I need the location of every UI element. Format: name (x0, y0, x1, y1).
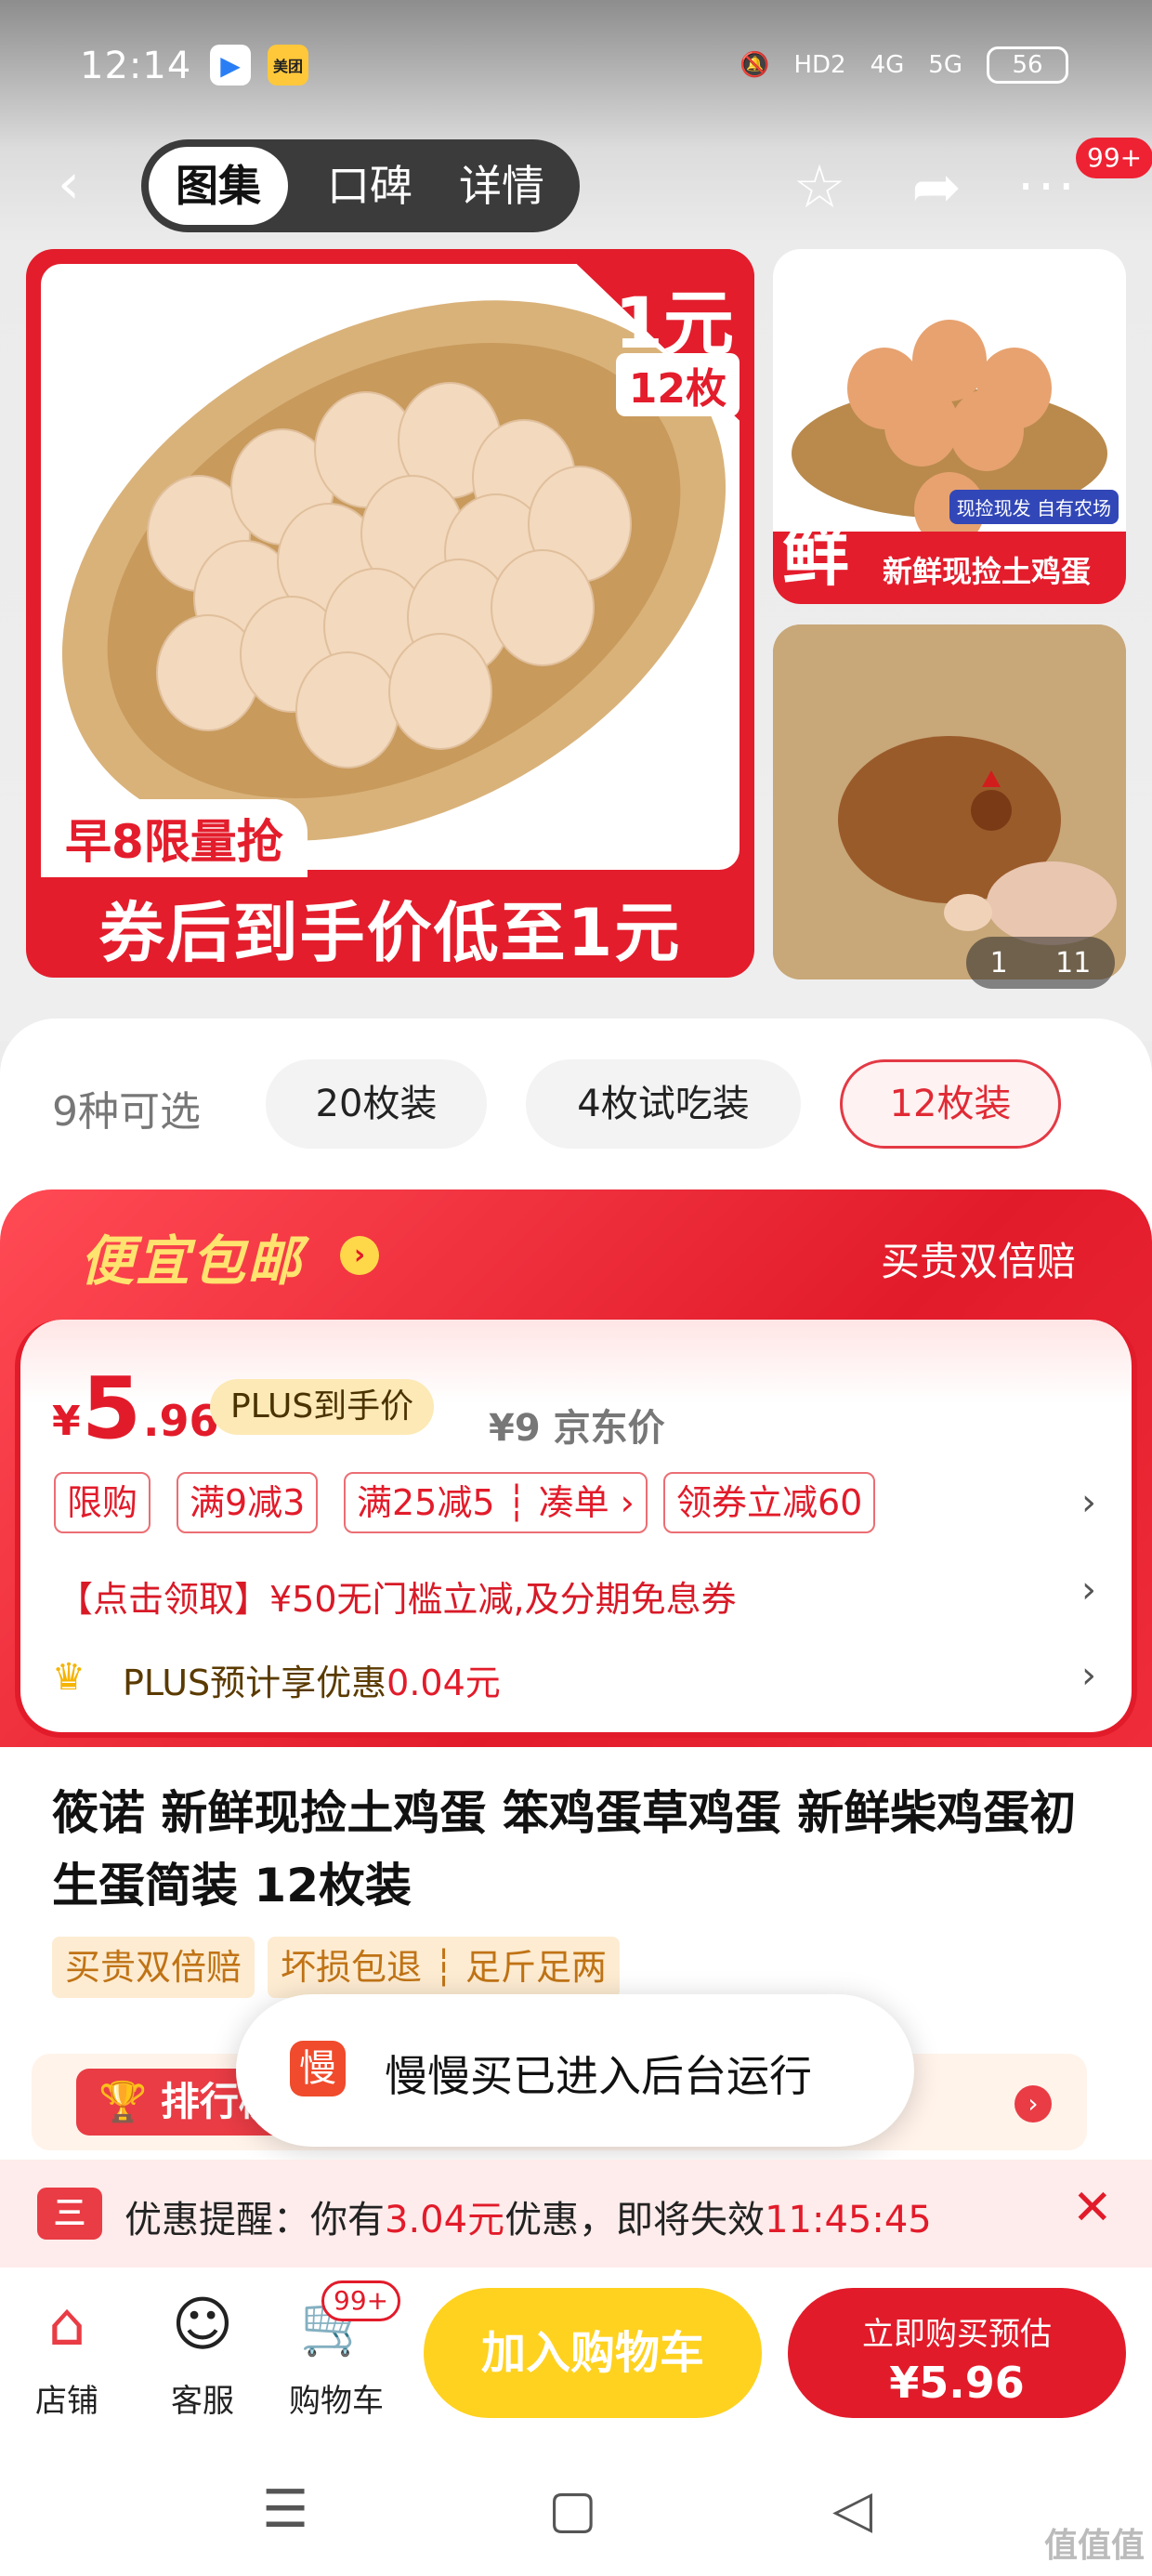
promo-guarantee[interactable]: 买贵双倍赔 (881, 1230, 1076, 1287)
option-count[interactable]: 9种可选 (52, 1078, 201, 1137)
reminder-icon: 三 (37, 2188, 102, 2240)
tab-details[interactable]: 详情 (437, 147, 567, 225)
price-integer: 5 (82, 1359, 142, 1458)
service-label: 客服 (171, 2383, 234, 2420)
reminder-amount: 3.04元 (385, 2199, 505, 2241)
battery-icon: 56 (987, 46, 1068, 84)
promo-tag-coupon[interactable]: 领券立减60 (663, 1472, 876, 1533)
promo-tag-limit[interactable]: 限购 (54, 1472, 151, 1533)
option-chip-20[interactable]: 20枚装 (266, 1059, 487, 1149)
signal-5g-icon: 5G (928, 51, 962, 79)
reminder-countdown: 11:45:45 (765, 2199, 932, 2241)
more-badge: 99+ (1076, 138, 1152, 178)
reminder-middle: 优惠，即将失效 (504, 2199, 766, 2241)
cart-badge: 99+ (321, 2280, 401, 2321)
plus-saving-row[interactable]: PLUS预计享优惠0.04元 (123, 1654, 501, 1705)
plus-saving-label: PLUS预计享优惠 (123, 1663, 387, 1703)
promo-tag-9-3[interactable]: 满9减3 (177, 1472, 319, 1533)
star-icon[interactable]: ☆ (784, 152, 855, 223)
store-label: 店铺 (35, 2383, 98, 2420)
tab-reviews[interactable]: 口碑 (305, 147, 435, 225)
close-icon[interactable]: ✕ (1072, 2180, 1113, 2236)
thumbnail-1[interactable]: 鲜 新鲜现捡土鸡蛋 现捡现发 自有农场 (773, 249, 1126, 604)
promo-arrow-icon[interactable]: › (340, 1236, 379, 1275)
reminder-prefix: 优惠提醒：你有 (124, 2199, 385, 2241)
fresh-label: 新鲜现捡土鸡蛋 (883, 554, 1092, 589)
coupon-price-text: 券后到手价低至1元 (98, 895, 682, 971)
price-yen: ¥ (52, 1398, 81, 1445)
product-title: 筱诺 新鲜现捡土鸡蛋 笨鸡蛋草鸡蛋 新鲜柴鸡蛋初生蛋简装 12枚装 (52, 1786, 1077, 1912)
status-right: 🔕 HD2 4G 5G 56 (740, 46, 1068, 84)
badge-double-refund[interactable]: 买贵双倍赔 (52, 1937, 255, 1998)
meituan-app-icon: 美团 (268, 45, 308, 85)
buy-now-price: ¥5.96 (889, 2358, 1025, 2408)
option-chip-12-selected[interactable]: 12枚装 (840, 1059, 1061, 1149)
corner-count: 12枚 (615, 353, 740, 416)
status-time: 12:14 (80, 45, 192, 87)
toast-text: 慢慢买已进入后台运行 (385, 2051, 812, 2101)
manmanmai-icon: 慢 (290, 2041, 346, 2096)
view-tabs: 图集 口碑 详情 (141, 139, 580, 232)
tab-gallery[interactable]: 图集 (149, 147, 288, 225)
price-decimal: .96 (143, 1396, 219, 1446)
chevron-right-icon[interactable]: › (1081, 1481, 1096, 1524)
ranking-arrow-icon[interactable]: › (1015, 2085, 1052, 2123)
store-button[interactable]: ⌂ 店铺 (11, 2288, 123, 2421)
mute-icon: 🔕 (740, 51, 770, 79)
watermark: 值值值 (1043, 2527, 1145, 2565)
main-product-image[interactable]: 1元 12枚 早8限量抢 券后到手价低至1元 (26, 249, 754, 978)
reminder-text: 优惠提醒：你有3.04元优惠，即将失效11:45:45 (124, 2189, 932, 2243)
chevron-right-icon[interactable]: › (1081, 1654, 1096, 1697)
cart-label: 购物车 (289, 2383, 384, 2420)
customer-service-icon: ☺ (171, 2291, 234, 2359)
share-icon[interactable]: ➦ (901, 152, 972, 223)
back-icon[interactable]: ‹ (58, 156, 104, 212)
early-sale-tag: 早8限量抢 (41, 799, 308, 877)
buy-now-label: 立即购买预估 (862, 2316, 1052, 2353)
back-nav-icon[interactable]: ◁ (832, 2479, 872, 2540)
crown-icon: ♛ (52, 1656, 85, 1699)
farm-tag: 现捡现发 自有农场 (949, 490, 1119, 524)
badge-damage-refund[interactable]: 坏损包退 ┆ 足斤足两 (268, 1937, 621, 1998)
jd-price: ¥9 京东价 (489, 1407, 665, 1450)
plus-price-tag: PLUS到手价 (210, 1379, 435, 1435)
chevron-right-icon[interactable]: › (1081, 1569, 1096, 1611)
fresh-char: 鲜 (782, 517, 850, 595)
gallery-pager: 1 11 (966, 937, 1115, 989)
buy-now-button[interactable]: 立即购买预估 ¥5.96 (788, 2288, 1126, 2418)
menu-icon[interactable]: ☰ (262, 2479, 308, 2540)
hd-icon: HD2 (793, 51, 846, 79)
service-button[interactable]: ☺ 客服 (147, 2288, 258, 2421)
option-chip-4-trial[interactable]: 4枚试吃装 (526, 1059, 801, 1149)
home-icon[interactable]: ▢ (548, 2479, 597, 2540)
promo-tag-25-5[interactable]: 满25减5 ┆ 凑单 › (344, 1472, 648, 1533)
pager-current: 1 (989, 946, 1008, 979)
pager-total: 11 (1055, 946, 1092, 979)
add-to-cart-button[interactable]: 加入购物车 (424, 2288, 762, 2418)
video-app-icon: ▶ (210, 45, 251, 85)
more-icon[interactable]: ··· (1013, 152, 1083, 223)
store-icon: ⌂ (47, 2291, 86, 2359)
service-badges: 买贵双倍赔 坏损包退 ┆ 足斤足两 (52, 1937, 621, 1998)
promo-title[interactable]: 便宜包邮 (80, 1217, 303, 1295)
plus-saving-value: 0.04元 (386, 1663, 501, 1703)
signal-4g-icon: 4G (870, 51, 905, 79)
coupon-claim-row[interactable]: 【点击领取】¥50无门槛立减,及分期免息券 (58, 1571, 737, 1622)
status-bar: 12:14 ▶ 美团 🔕 HD2 4G 5G 56 (0, 0, 1152, 139)
thumbnail-2[interactable] (773, 624, 1126, 979)
